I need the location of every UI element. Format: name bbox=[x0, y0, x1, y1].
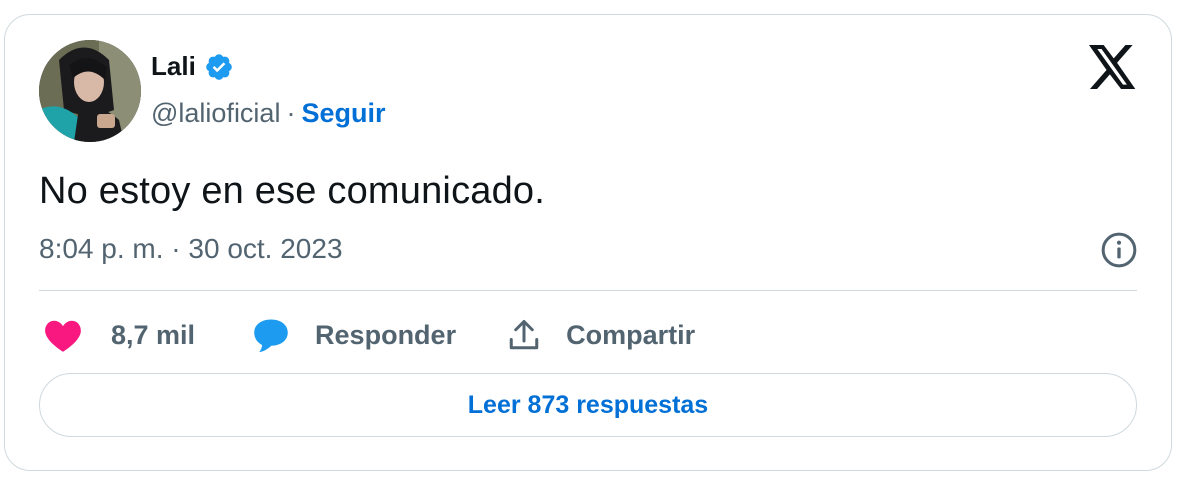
separator-dot: · bbox=[286, 98, 296, 128]
info-icon[interactable] bbox=[1099, 230, 1139, 270]
divider bbox=[39, 290, 1137, 291]
verified-badge-icon bbox=[204, 52, 234, 82]
tweet-text: No estoy en ese comunicado. bbox=[39, 170, 546, 212]
tweet-embed-card: Lali @lalioficial · Seguir No estoy en e… bbox=[4, 14, 1172, 471]
speech-bubble-icon bbox=[251, 317, 291, 353]
avatar[interactable] bbox=[39, 40, 141, 142]
reply-label: Responder bbox=[315, 319, 457, 350]
author-handle-row: @lalioficial · Seguir bbox=[151, 98, 385, 129]
read-replies-button[interactable]: Leer 873 respuestas bbox=[39, 373, 1137, 437]
share-upload-icon bbox=[506, 317, 542, 353]
author-name[interactable]: Lali bbox=[151, 51, 196, 82]
like-button[interactable]: 8,7 mil bbox=[43, 317, 195, 353]
author-handle[interactable]: @lalioficial bbox=[151, 98, 280, 129]
share-label: Compartir bbox=[566, 319, 696, 350]
follow-button[interactable]: Seguir bbox=[301, 98, 385, 129]
author-name-row: Lali bbox=[151, 51, 234, 82]
x-logo-icon[interactable] bbox=[1089, 45, 1137, 89]
like-count: 8,7 mil bbox=[111, 319, 196, 350]
reply-button[interactable]: Responder bbox=[251, 317, 456, 353]
heart-icon bbox=[43, 317, 83, 353]
share-button[interactable]: Compartir bbox=[506, 317, 695, 353]
profile-photo bbox=[39, 40, 141, 142]
action-bar: 8,7 mil Responder Compartir bbox=[43, 313, 695, 357]
tweet-timestamp[interactable]: 8:04 p. m. · 30 oct. 2023 bbox=[39, 233, 343, 265]
